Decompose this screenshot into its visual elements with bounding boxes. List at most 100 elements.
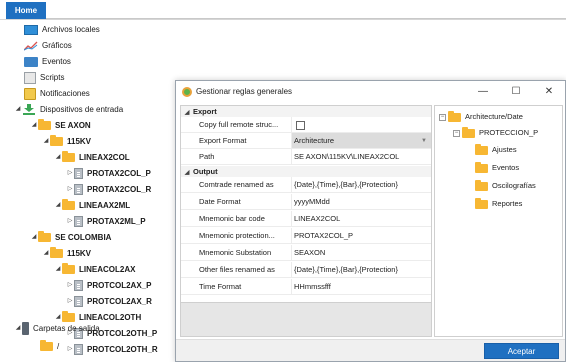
property-description-area [181,302,431,336]
structure-preview-tree: − Architecture/Date − PROTECCION_P Ajustes… [434,105,563,337]
expand-arrow-icon[interactable]: ▷ [66,215,74,228]
property-value[interactable]: yyyyMMdd [291,194,431,209]
property-row[interactable]: Time Format HHmmssfff [181,279,431,295]
property-row[interactable]: Mnemonic bar code LINEAX2COL [181,211,431,227]
collapse-arrow-icon[interactable]: ◢ [42,247,50,260]
tree-item-lineax2col[interactable]: ◢ LINEAX2COL [54,151,130,164]
tree-item-root-folder[interactable]: / [40,340,59,353]
copy-structure-checkbox[interactable] [296,120,305,130]
device-file-icon [74,280,83,292]
ribbon: Home [0,0,566,20]
expand-arrow-icon[interactable]: ▷ [66,167,74,180]
path-value[interactable]: SE AXON\115KV\LINEAX2COL [291,149,431,164]
collapse-arrow-icon[interactable]: ◢ [14,322,22,335]
device-file-icon [74,184,83,196]
folder-icon [448,110,461,122]
tree-item-scripts[interactable]: Scripts [24,71,64,84]
property-value[interactable]: LINEAX2COL [291,211,431,226]
property-value[interactable]: {Date},{Time},{Bar},{Protection} [291,262,431,277]
minimize-button[interactable]: — [468,81,498,103]
tree-item-archivos-locales[interactable]: Archivos locales [24,23,100,36]
tree-item-115kv-axon[interactable]: ◢ 115KV [42,135,91,148]
property-value[interactable]: SEAXON [291,245,431,260]
tree-item-se-colombia[interactable]: ◢ SE COLOMBIA [30,231,111,244]
preview-root[interactable]: − Architecture/Date [439,110,523,124]
tree-item-protax2col-r[interactable]: ▷ PROTAX2COL_R [66,183,151,196]
tree-item-notificaciones[interactable]: Notificaciones [24,87,90,100]
close-button[interactable]: ✕ [534,81,564,103]
preview-leaf[interactable]: Eventos [475,161,519,175]
export-format-select[interactable]: Architecture ▼ [291,133,431,148]
expand-arrow-icon[interactable]: ▷ [66,183,74,196]
expand-arrow-icon[interactable]: ▷ [66,295,74,308]
expand-arrow-icon[interactable]: ▷ [66,279,74,292]
tree-item-graficos[interactable]: Gráficos [24,39,72,52]
tree-item-carpetas-salida[interactable]: ◢ Carpetas de salida [14,322,100,336]
property-value[interactable]: {Date},{Time},{Bar},{Protection} [291,177,431,192]
accept-button[interactable]: Aceptar [484,343,559,359]
notification-icon [24,87,36,100]
tab-home[interactable]: Home [6,2,46,19]
collapse-arrow-icon[interactable]: ◢ [30,231,38,244]
property-row[interactable]: Mnemonic Substation SEAXON [181,245,431,261]
phone-icon [22,322,29,336]
tree-item-protcol2oth-r[interactable]: ▷ PROTCOL2OTH_R [66,343,158,356]
device-file-icon [74,344,83,356]
tree-item-dispositivos[interactable]: ◢ Dispositivos de entrada [14,103,123,116]
tree-item-protax2ml-p[interactable]: ▷ PROTAX2ML_P [66,215,146,228]
property-row[interactable]: Other files renamed as {Date},{Time},{Ba… [181,262,431,278]
collapse-arrow-icon[interactable]: ◢ [54,263,62,276]
folder-icon [475,197,488,209]
collapse-arrow-icon[interactable]: ◢ [54,151,62,164]
tree-item-se-axon[interactable]: ◢ SE AXON [30,119,91,132]
collapse-arrow-icon[interactable]: ◢ [42,135,50,148]
maximize-button[interactable]: ☐ [501,81,531,103]
dialog-titlebar[interactable]: Gestionar reglas generales — ☐ ✕ [176,81,565,103]
tree-item-protcol2ax-p[interactable]: ▷ PROTCOL2AX_P [66,279,151,292]
navigation-tree: Archivos locales Gráficos Eventos Script… [0,21,200,362]
tree-item-eventos[interactable]: Eventos [24,55,71,68]
chart-icon [24,41,38,51]
app-icon [182,87,192,97]
folder-icon [62,199,75,211]
folder-icon [62,263,75,275]
category-export[interactable]: ◢ Export [181,106,431,117]
tree-item-protcol2ax-r[interactable]: ▷ PROTCOL2AX_R [66,295,152,308]
events-icon [24,56,38,67]
category-output[interactable]: ◢ Output [181,166,431,177]
folder-icon [462,126,475,138]
download-icon [22,104,36,116]
property-row[interactable]: Copy full remote struc... [181,117,431,133]
folder-icon [38,119,51,131]
preview-leaf[interactable]: Ajustes [475,143,517,157]
collapse-arrow-icon[interactable]: ◢ [30,119,38,132]
collapse-arrow-icon[interactable]: ◢ [54,199,62,212]
property-grid: ◢ Export Copy full remote struc... Export… [180,105,432,337]
property-row[interactable]: Export Format Architecture ▼ [181,133,431,149]
property-value[interactable]: HHmmssfff [291,279,431,294]
preview-child[interactable]: − PROTECCION_P [453,126,538,140]
property-row[interactable]: Date Format yyyyMMdd [181,194,431,210]
property-row[interactable]: Comtrade renamed as {Date},{Time},{Bar},… [181,177,431,193]
tree-item-lineaax2ml[interactable]: ◢ LINEAAX2ML [54,199,130,212]
device-file-icon [74,168,83,180]
collapse-toggle-icon[interactable]: − [453,129,460,137]
collapse-toggle-icon[interactable]: − [439,113,446,121]
copy-structure-checkbox-cell[interactable] [291,117,431,132]
property-row[interactable]: Path SE AXON\115KV\LINEAX2COL [181,149,431,165]
folder-icon [62,151,75,163]
property-value[interactable]: PROTAX2COL_P [291,228,431,243]
dialog-title: Gestionar reglas generales [196,87,293,96]
device-file-icon [74,216,83,228]
tree-item-lineacol2ax[interactable]: ◢ LINEACOL2AX [54,263,135,276]
tree-item-protax2col-p[interactable]: ▷ PROTAX2COL_P [66,167,151,180]
script-icon [24,71,36,84]
tree-item-115kv-colombia[interactable]: ◢ 115KV [42,247,91,260]
collapse-arrow-icon[interactable]: ◢ [14,103,22,116]
property-row[interactable]: Mnemonic protection... PROTAX2COL_P [181,228,431,244]
preview-leaf[interactable]: Oscilografías [475,179,536,193]
expand-arrow-icon[interactable]: ▷ [66,343,74,356]
chevron-down-icon[interactable]: ▼ [421,133,427,148]
monitor-icon [24,24,38,35]
preview-leaf[interactable]: Reportes [475,197,522,211]
